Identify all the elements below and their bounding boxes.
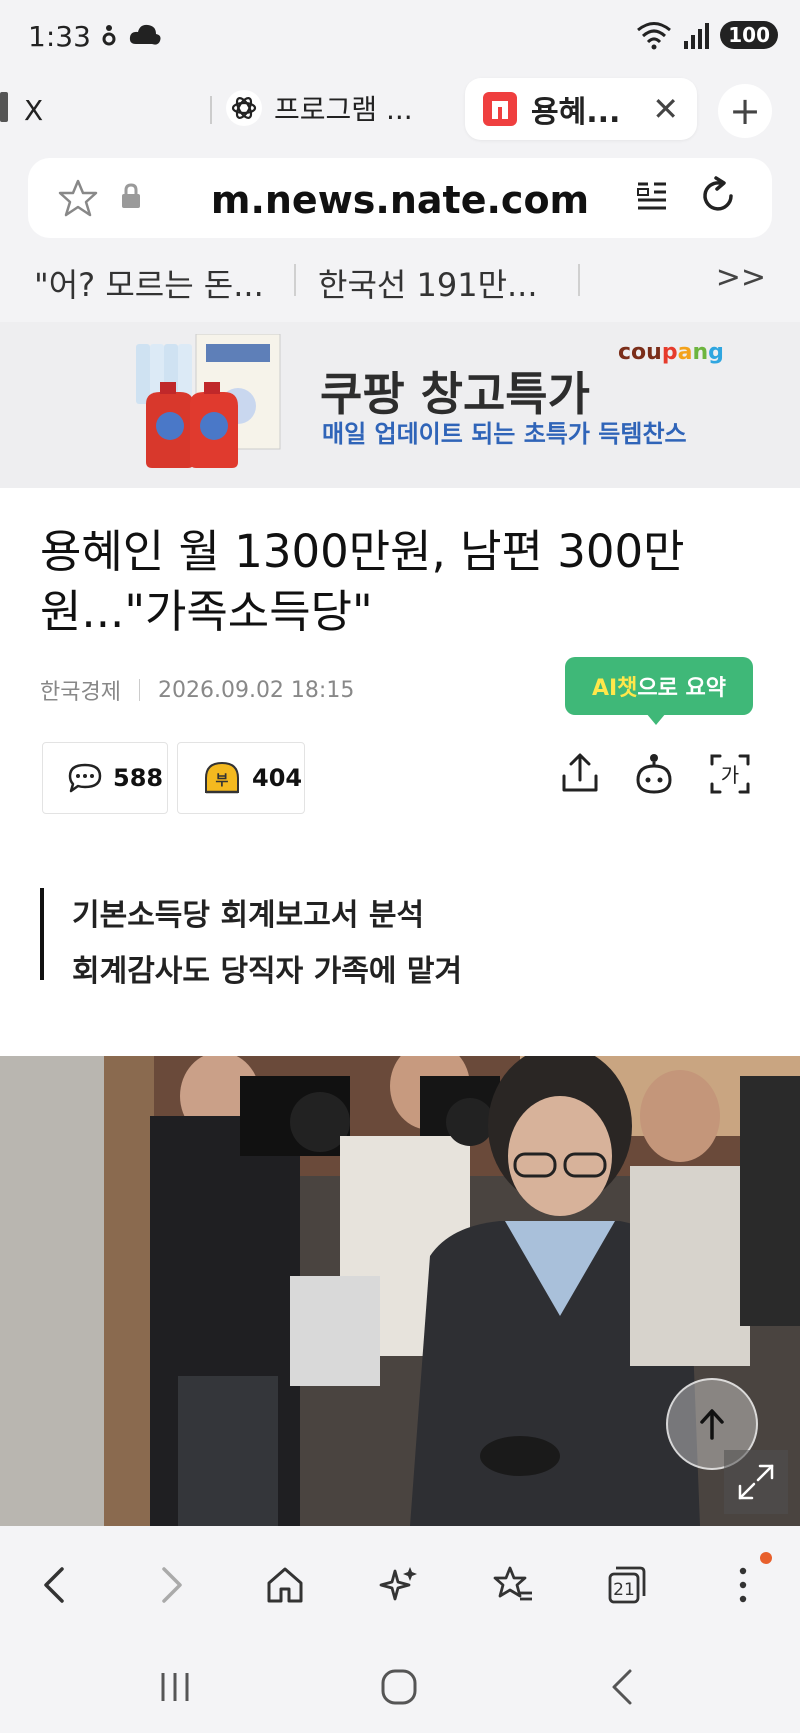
ai-summary-button[interactable]: AI챗 으로 요약 [565,657,753,715]
status-bar: 1:33 100 [0,0,800,78]
share-icon[interactable] [560,752,600,796]
article-source[interactable]: 한국경제 [40,674,121,706]
reader-mode-icon[interactable] [634,178,670,214]
battery-indicator: 100 [720,21,778,49]
tabs-button[interactable]: 21 [602,1560,652,1610]
ad-subtitle: 매일 업데이트 되는 초특가 득템찬스 [322,420,687,448]
comments-button[interactable]: 588 [42,742,168,814]
comment-icon [68,763,102,793]
chatgpt-icon [226,90,262,126]
ad-products-image [136,334,281,468]
forward-button[interactable] [146,1560,196,1610]
system-navbar [0,1642,800,1733]
tab-active-label: 용혜... [531,95,621,130]
recent-apps-icon [161,1673,189,1701]
menu-button[interactable] [718,1560,768,1610]
address-bar[interactable]: m.news.nate.com [28,158,772,238]
browser-toolbar: 21 [0,1526,800,1642]
recent-apps-button[interactable] [150,1664,200,1710]
quick-link-item[interactable]: "어? 모르는 돈... [34,260,264,306]
tab-count: 21 [613,1580,635,1600]
chevron-left-icon [44,1567,64,1603]
reload-icon[interactable] [698,176,738,216]
svg-text:가: 가 [721,763,739,787]
reactions-button[interactable]: 부 404 [177,742,305,814]
svg-text:부: 부 [216,773,229,789]
comments-count: 588 [113,764,164,792]
status-time: 1:33 [28,20,91,53]
tab-strip: X 프로그램 ... 용혜... ✕ + [0,78,800,154]
sparkle-icon [379,1567,417,1601]
bookmark-list-icon [493,1566,532,1601]
coupang-logo: coupang [618,340,724,365]
tab-active-nate[interactable]: 용혜... ✕ [465,78,697,140]
cloud-icon [129,24,161,45]
ai-summary-label: 으로 요약 [637,676,727,701]
tabs-icon: 21 [608,1566,646,1604]
article-summary: 기본소득당 회계보고서 분석 회계감사도 당직자 가족에 맡겨 [40,888,462,989]
back-button[interactable] [30,1560,80,1610]
quick-link-item[interactable]: 한국선 191만... [318,260,538,306]
tab-chatgpt[interactable]: 프로그램 ... [226,88,413,128]
bookmarks-button[interactable] [488,1560,538,1610]
home-circle-icon [381,1669,417,1705]
ad-banner[interactable]: 쿠팡 창고특가 매일 업데이트 되는 초특가 득템찬스 coupang [0,322,800,488]
tab-edge [0,92,8,122]
home-icon [267,1567,303,1603]
summary-line: 기본소득당 회계보고서 분석 [72,898,425,933]
ai-bot-icon[interactable] [632,752,676,796]
signal-icon [684,23,710,49]
notification-dot [760,1552,772,1564]
new-tab-button[interactable]: + [718,84,772,138]
more-vertical-icon [739,1567,747,1603]
expand-image-button[interactable] [724,1450,788,1514]
summary-line: 회계감사도 당직자 가족에 맡겨 [72,954,463,989]
close-tab-icon[interactable]: ✕ [652,90,679,128]
system-back-button[interactable] [598,1664,648,1710]
home-button[interactable] [260,1560,310,1610]
chevron-right-icon [162,1567,182,1603]
font-size-icon[interactable]: 가 [708,752,752,796]
home-system-button[interactable] [374,1664,424,1710]
nate-icon [483,92,517,126]
quick-links-bar: "어? 모르는 돈... 한국선 191만... >> [0,238,800,322]
system-back-icon [612,1669,632,1705]
article-headline: 용혜인 월 1300만원, 남편 300만원..."가족소득당" [40,525,685,638]
ai-assist-button[interactable] [374,1560,424,1610]
tab-chatgpt-label: 프로그램 ... [274,93,413,126]
reaction-icon: 부 [205,761,239,794]
ai-summary-label-highlight: AI챗 [591,676,638,701]
tab-x[interactable]: X [24,94,43,127]
article-datetime: 2026.09.02 18:15 [157,677,355,703]
wifi-icon [637,22,672,50]
expand-icon [738,1464,774,1500]
more-links-icon[interactable]: >> [716,260,766,295]
notification-icon [102,25,116,46]
reactions-count: 404 [252,764,303,792]
arrow-up-icon [700,1409,724,1440]
article-meta: 한국경제 2026.09.02 18:15 [40,674,354,706]
